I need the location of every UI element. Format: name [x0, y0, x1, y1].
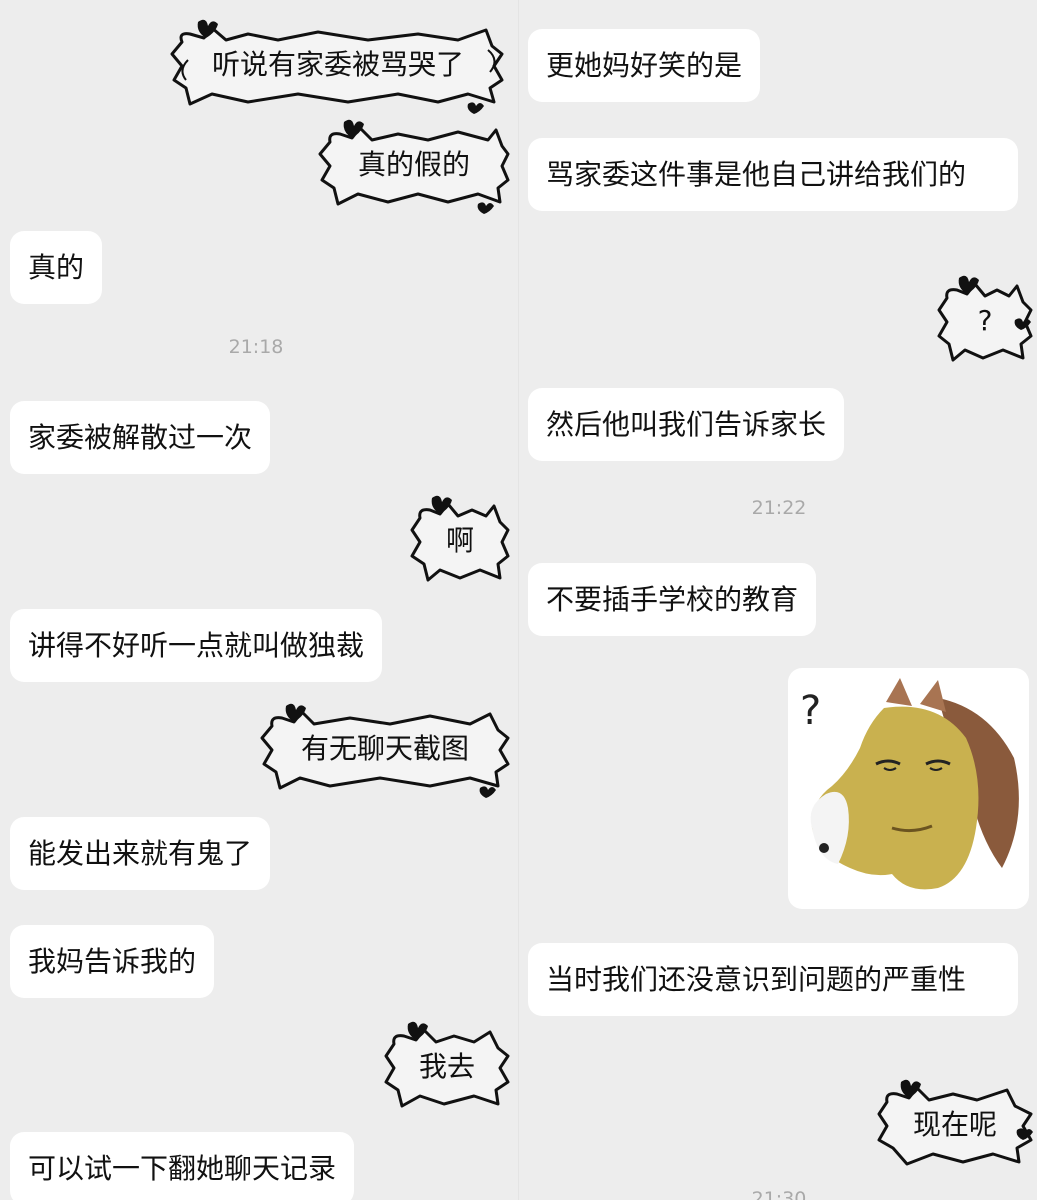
sticker-message[interactable]: 有无聊天截图: [260, 703, 510, 798]
sticker-message[interactable]: 啊: [410, 495, 510, 586]
chat-bubble[interactable]: 真的: [10, 231, 103, 304]
chat-bubble[interactable]: 当时我们还没意识到问题的严重性: [528, 943, 1018, 1016]
sticker-message[interactable]: ?: [937, 275, 1033, 366]
chat-bubble[interactable]: 可以试一下翻她聊天记录: [10, 1132, 355, 1200]
message-text: 能发出来就有鬼了: [28, 837, 253, 870]
message-text: 然后他叫我们告诉家长: [546, 408, 827, 441]
chat-bubble[interactable]: 家委被解散过一次: [10, 401, 271, 474]
left-chat-column: 听说有家委被骂哭了 真的假的 真的 21:18 家委被解散过一次 啊 讲得不好听…: [0, 0, 518, 1200]
message-text: 更她妈好笑的是: [546, 49, 743, 82]
right-chat-column: 更她妈好笑的是 骂家委这件事是他自己讲给我们的 ? 然后他叫我们告诉家长 21:…: [519, 0, 1037, 1200]
chat-bubble[interactable]: 骂家委这件事是他自己讲给我们的: [528, 138, 1018, 211]
chat-bubble[interactable]: 能发出来就有鬼了: [10, 817, 271, 890]
message-text: 真的: [28, 251, 85, 284]
sticker-text: ?: [977, 304, 993, 337]
message-text: 讲得不好听一点就叫做独裁: [28, 629, 365, 662]
message-text: 当时我们还没意识到问题的严重性: [546, 963, 967, 996]
timestamp: 21:18: [228, 336, 284, 358]
meme-question-mark: ?: [800, 688, 821, 734]
sticker-text: 听说有家委被骂哭了: [211, 48, 464, 81]
message-text: 家委被解散过一次: [28, 421, 253, 454]
message-text: 我妈告诉我的: [28, 945, 197, 978]
sticker-text: 我去: [418, 1050, 475, 1083]
sticker-message[interactable]: 听说有家委被骂哭了: [168, 19, 508, 114]
sticker-text: 有无聊天截图: [300, 732, 469, 765]
timestamp: 21:30: [751, 1188, 807, 1200]
chat-bubble[interactable]: 然后他叫我们告诉家长: [528, 388, 845, 461]
message-text: 可以试一下翻她聊天记录: [28, 1152, 337, 1185]
sticker-text: 真的假的: [357, 148, 470, 181]
sticker-text: 啊: [445, 524, 474, 557]
sticker-message[interactable]: 我去: [384, 1021, 510, 1112]
chat-bubble[interactable]: 我妈告诉我的: [10, 925, 215, 998]
meme-image[interactable]: ?: [788, 668, 1029, 909]
horse-face-meme-icon: ?: [800, 678, 1019, 890]
chat-bubble[interactable]: 不要插手学校的教育: [528, 563, 817, 636]
sticker-text: 现在呢: [912, 1108, 997, 1141]
message-text: 骂家委这件事是他自己讲给我们的: [546, 158, 967, 191]
chat-bubble[interactable]: 更她妈好笑的是: [528, 29, 761, 102]
sticker-message[interactable]: 现在呢: [877, 1079, 1033, 1170]
chat-bubble[interactable]: 讲得不好听一点就叫做独裁: [10, 609, 383, 682]
sticker-message[interactable]: 真的假的: [318, 119, 510, 214]
message-text: 不要插手学校的教育: [546, 583, 799, 616]
timestamp: 21:22: [751, 497, 807, 519]
